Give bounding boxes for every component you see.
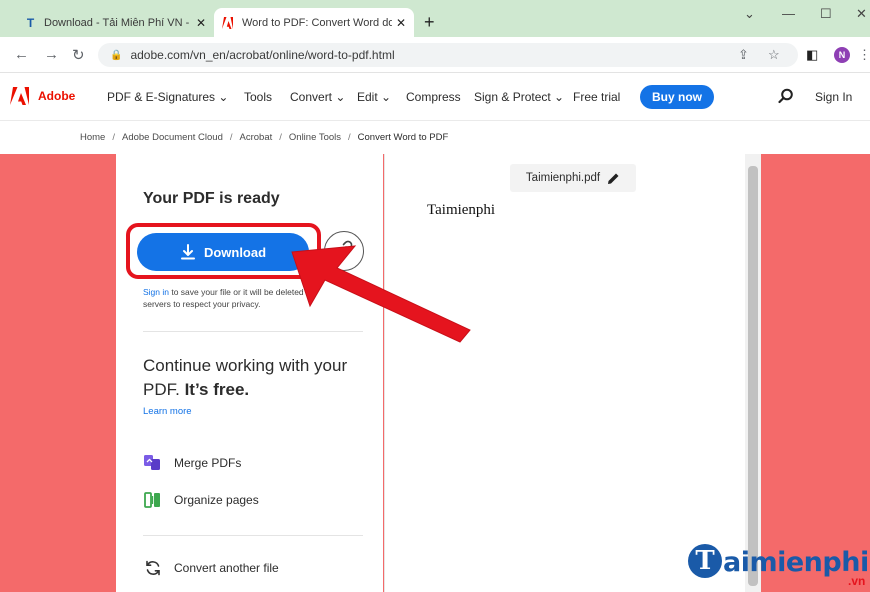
organize-pages-icon [143,490,163,510]
adobe-logo[interactable]: Adobe [10,87,75,105]
signin-note-link[interactable]: Sign in [143,287,169,297]
browser-tab-strip: T Download - Tải Miễn Phí VN - Ph ✕ Word… [0,0,870,37]
refresh-icon [143,558,163,578]
pdf-document-text: Taimienphi [427,202,496,218]
browser-menu-icon[interactable]: ⋮ [858,47,870,63]
organize-pages-item[interactable]: Organize pages [143,490,259,510]
search-icon[interactable] [778,88,794,107]
breadcrumb-online-tools[interactable]: Online Tools [289,132,341,143]
lock-icon: 🔒 [110,49,123,61]
back-arrow-icon[interactable]: ← [14,46,29,63]
url-text: adobe.com/vn_en/acrobat/online/word-to-p… [130,48,395,62]
buy-now-button[interactable]: Buy now [640,85,714,109]
signin-note-text: to save your file or it will be deleted … [143,287,312,309]
share-page-icon[interactable]: ⇪ [738,47,749,63]
nav-tools[interactable]: Tools [244,90,272,104]
organize-pages-label: Organize pages [174,493,259,507]
close-icon[interactable]: ✕ [396,16,406,30]
pdf-ready-title: Your PDF is ready [143,190,280,207]
filename-text: Taimienphi.pdf [525,172,601,184]
pencil-icon[interactable] [607,172,620,185]
breadcrumb-document-cloud[interactable]: Adobe Document Cloud [122,132,223,143]
breadcrumb-home[interactable]: Home [80,132,105,143]
taimienphi-favicon-icon: T [26,15,35,30]
sign-in-link[interactable]: Sign In [815,90,852,104]
profile-avatar[interactable]: N [834,47,850,63]
breadcrumb: Home / Adobe Document Cloud / Acrobat / … [0,121,870,154]
section-divider [143,535,363,536]
address-bar[interactable]: 🔒 adobe.com/vn_en/acrobat/online/word-to… [98,43,798,67]
pdf-preview [384,154,745,592]
signin-note: Sign in to save your file or it will be … [143,286,338,310]
section-divider [143,331,363,332]
breadcrumb-acrobat[interactable]: Acrobat [240,132,273,143]
nav-convert[interactable]: Convert ⌄ [290,90,345,104]
continue-heading: Continue working with your PDF. It’s fre… [143,354,373,402]
taimienphi-watermark: T aimienphi .vn [688,544,869,588]
nav-edit[interactable]: Edit ⌄ [357,90,391,104]
nav-sign-protect[interactable]: Sign & Protect ⌄ [474,90,564,104]
filename-pill[interactable]: Taimienphi.pdf [510,164,636,192]
nav-compress[interactable]: Compress [406,90,461,104]
close-icon[interactable]: ✕ [196,16,206,30]
watermark-logo-icon: T [688,544,722,578]
watermark-brand: aimienphi [723,547,869,578]
tab-taimienphi[interactable]: T Download - Tải Miễn Phí VN - Ph ✕ [16,8,214,37]
window-close-icon[interactable]: ✕ [856,6,867,22]
learn-more-link[interactable]: Learn more [143,406,192,417]
tab-title: Word to PDF: Convert Word doc [242,16,392,29]
bookmark-star-icon[interactable]: ☆ [768,47,780,63]
adobe-wordmark: Adobe [38,89,76,103]
download-icon [180,244,196,260]
adobe-header: Adobe PDF & E-Signatures ⌄ Tools Convert… [0,73,870,121]
maximize-icon[interactable]: ☐ [820,6,832,22]
merge-pdfs-label: Merge PDFs [174,456,242,470]
convert-another-file-item[interactable]: Convert another file [143,558,279,578]
convert-another-file-label: Convert another file [174,561,279,575]
merge-pdfs-icon [143,453,163,473]
browser-toolbar: ← → ↻ 🔒 adobe.com/vn_en/acrobat/online/w… [0,37,870,73]
download-label: Download [203,244,267,260]
reload-icon[interactable]: ↻ [72,46,85,64]
tab-word-to-pdf[interactable]: Word to PDF: Convert Word doc ✕ [214,8,414,37]
tab-search-chevron-icon[interactable]: ⌄ [744,6,755,22]
adobe-favicon-icon [222,16,235,29]
breadcrumb-current: Convert Word to PDF [357,132,449,143]
side-panel-icon[interactable]: ◧ [806,47,818,63]
nav-free-trial[interactable]: Free trial [573,90,620,104]
tab-title: Download - Tải Miễn Phí VN - Ph [44,16,192,29]
merge-pdfs-item[interactable]: Merge PDFs [143,453,241,473]
link-icon [335,240,353,263]
nav-pdf-e-signatures[interactable]: PDF & E-Signatures ⌄ [107,90,228,104]
adobe-logo-icon [10,87,32,105]
forward-arrow-icon[interactable]: → [44,46,59,63]
share-link-button[interactable] [324,231,364,271]
download-button[interactable]: Download [137,233,309,271]
continue-heading-emphasis: It’s free. [184,380,250,399]
new-tab-button[interactable]: + [424,12,435,33]
minimize-icon[interactable]: — [782,6,795,21]
scrollbar-thumb[interactable] [748,166,758,586]
watermark-suffix: .vn [848,574,866,588]
